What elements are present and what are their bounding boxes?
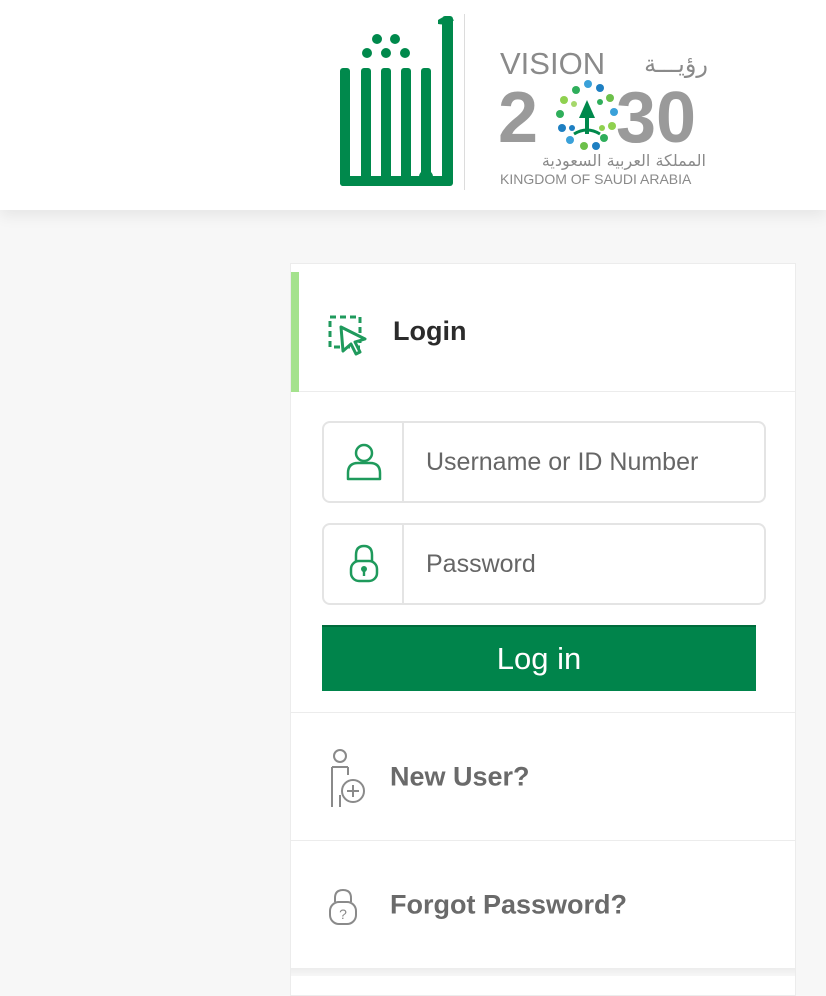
active-accent-bar	[291, 272, 299, 392]
add-user-icon	[331, 749, 365, 807]
card-divider	[291, 968, 795, 976]
password-icon-cell	[324, 525, 404, 603]
emblem-dots	[556, 80, 618, 150]
svg-text:30: 30	[616, 78, 696, 158]
lock-icon	[349, 544, 379, 583]
svg-text:KINGDOM OF SAUDI ARABIA: KINGDOM OF SAUDI ARABIA	[500, 171, 692, 187]
username-input[interactable]	[406, 423, 762, 501]
login-card: Login Log in New User?	[290, 263, 796, 996]
svg-text:2: 2	[498, 78, 538, 158]
absher-logo	[340, 16, 454, 186]
username-icon-cell	[324, 423, 404, 501]
login-button[interactable]: Log in	[322, 625, 756, 691]
forgot-password-link[interactable]: ? Forgot Password?	[291, 840, 795, 968]
lock-question-icon: ?	[329, 888, 357, 925]
vision-2030-logo: VISION رؤيـــة 2 30 المملكة العربية السع…	[498, 46, 708, 187]
username-field	[322, 421, 766, 503]
password-input[interactable]	[406, 525, 762, 603]
svg-text:VISION: VISION	[500, 46, 605, 81]
svg-text:رؤيـــة: رؤيـــة	[644, 50, 708, 78]
login-card-header: Login	[291, 272, 795, 392]
new-user-label: New User?	[390, 761, 530, 791]
login-title: Login	[393, 316, 467, 346]
site-header: VISION رؤيـــة 2 30 المملكة العربية السع…	[0, 0, 826, 210]
forgot-password-label: Forgot Password?	[390, 889, 628, 919]
svg-text:?: ?	[339, 906, 347, 922]
cursor-select-icon	[328, 315, 367, 356]
new-user-link[interactable]: New User?	[291, 712, 795, 840]
logo-divider	[464, 14, 465, 190]
password-field	[322, 523, 766, 605]
svg-text:المملكة العربية السعودية: المملكة العربية السعودية	[542, 151, 706, 171]
user-icon	[346, 443, 382, 481]
